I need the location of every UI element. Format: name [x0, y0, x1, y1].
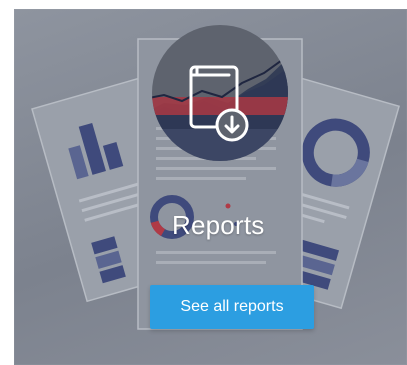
see-all-reports-button[interactable]: See all reports — [150, 285, 314, 329]
card-title: Reports — [172, 210, 265, 240]
reports-card[interactable]: Reports See all reports — [14, 9, 407, 365]
